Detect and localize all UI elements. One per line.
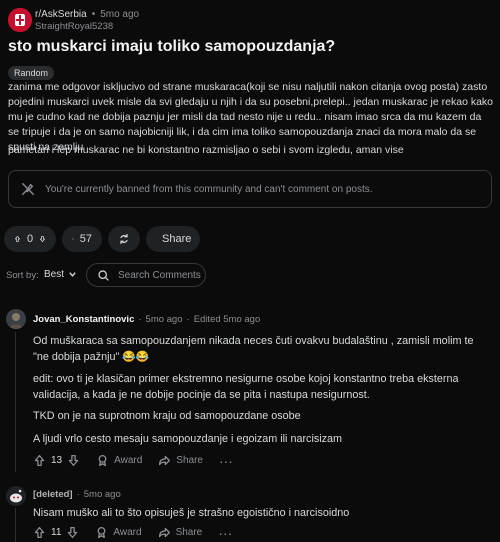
comment-text-1: Nisam muško ali to što opisuješ je straš…: [33, 507, 350, 519]
award-button[interactable]: Award: [96, 454, 142, 467]
downvote-icon[interactable]: [39, 232, 46, 246]
comment-actions: 11 Award Share ···: [33, 524, 233, 541]
no-comment-icon: [22, 183, 34, 195]
downvote-icon[interactable]: [66, 526, 79, 539]
comment-edited: Edited 5mo ago: [193, 314, 261, 325]
post-author[interactable]: StraightRoyal5238: [35, 21, 113, 32]
comment-age: 5mo ago: [145, 314, 183, 325]
comment-age: 5mo ago: [83, 489, 121, 500]
comment-author: [deleted]: [33, 489, 73, 500]
more-options-icon: ···: [218, 452, 233, 469]
avatar[interactable]: [6, 309, 26, 329]
subreddit-avatar[interactable]: [8, 8, 32, 32]
comment-text-2: edit: ovo ti je klasičan primer ekstremn…: [33, 373, 459, 401]
subreddit-name[interactable]: r/AskSerbia: [35, 9, 87, 20]
search-comments-input[interactable]: Search Comments: [86, 263, 206, 287]
award-icon: [97, 526, 106, 539]
share-icon: [158, 527, 170, 538]
comment-vote-count: 11: [51, 527, 62, 538]
share-button[interactable]: Share: [158, 526, 202, 539]
comment-thread-line[interactable]: [15, 508, 16, 542]
comment-thread-line[interactable]: [15, 332, 16, 472]
banned-notice-box: You're currently banned from this commun…: [8, 170, 492, 208]
search-icon: [98, 269, 109, 281]
comment-bubble-icon: [72, 238, 74, 240]
crosspost-icon: [120, 233, 128, 245]
comment-text-1: Od muškaraca sa samopouzdanjem nikada ne…: [33, 335, 474, 363]
comment-actions: 13 Award Share ···: [33, 452, 233, 469]
share-icon: [159, 455, 171, 466]
comment-count: 57: [79, 233, 92, 245]
award-icon: [98, 454, 107, 467]
award-button[interactable]: Award: [95, 526, 142, 539]
comment-text-4: A ljudi vrlo cesto mesaju samopouzdanje …: [33, 433, 343, 445]
post-body-paragraph-2: pametan i lep muskarac ne bi konstantno …: [8, 144, 404, 156]
post-title: sto muskarci imaju toliko samopouzdanja?: [8, 38, 336, 55]
chevron-down-icon: [69, 272, 76, 277]
banned-notice-text: You're currently banned from this commun…: [45, 183, 373, 195]
more-options-button[interactable]: ···: [218, 524, 233, 541]
more-options-button[interactable]: ···: [218, 452, 233, 469]
upvote-icon[interactable]: [14, 232, 21, 246]
user-photo-icon: [6, 309, 26, 329]
more-options-icon: ···: [218, 524, 233, 541]
sort-label: Sort by:: [6, 270, 39, 281]
comment-author[interactable]: Jovan_Konstantinovic: [33, 314, 134, 325]
post-flair[interactable]: Random: [8, 66, 55, 80]
upvote-icon[interactable]: [33, 526, 46, 539]
comment-text-3: TKD on je na suprotnom kraju od samopouz…: [33, 410, 301, 422]
share-button[interactable]: Share: [146, 226, 200, 252]
comments-button[interactable]: 57: [62, 226, 102, 252]
vote-control: 0: [4, 226, 56, 252]
sort-dropdown[interactable]: Best: [44, 269, 77, 280]
avatar[interactable]: [6, 486, 26, 506]
snoo-icon: [6, 486, 26, 506]
upvote-icon[interactable]: [33, 454, 46, 467]
share-button[interactable]: Share: [158, 454, 203, 467]
serbian-eagle-icon: [8, 8, 32, 32]
comment-vote-count: 13: [51, 455, 63, 466]
post-age: 5mo ago: [100, 9, 140, 20]
crosspost-button[interactable]: [108, 226, 140, 252]
vote-count: 0: [26, 233, 34, 245]
downvote-icon[interactable]: [67, 454, 80, 467]
